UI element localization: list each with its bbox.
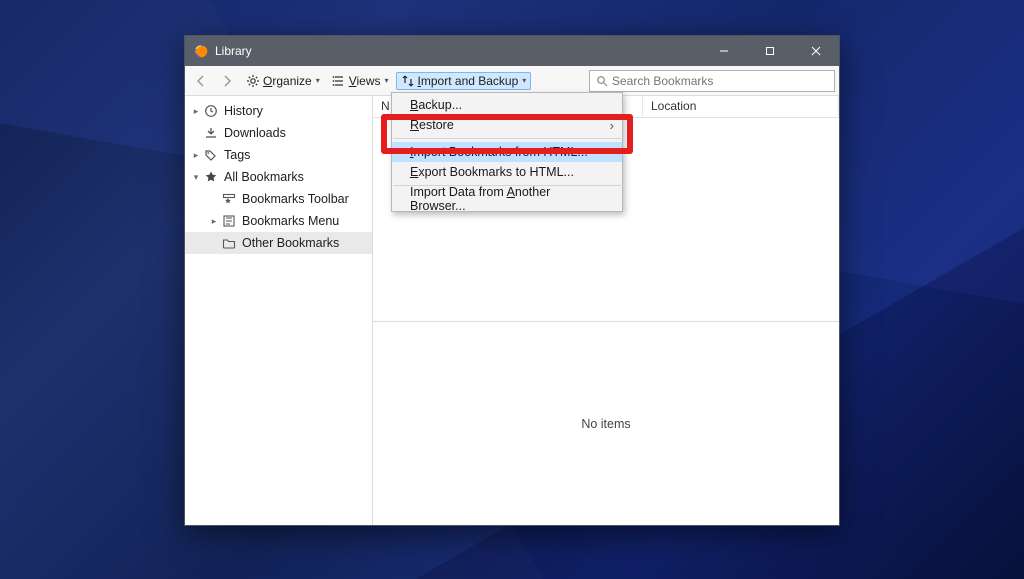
- library-window: Library Organize ▾ Vi: [184, 35, 840, 526]
- tree-label: Tags: [224, 148, 250, 162]
- tree-label: Bookmarks Toolbar: [242, 192, 349, 206]
- tag-icon: [203, 147, 219, 163]
- tree-row-other-bookmarks[interactable]: ▸ Other Bookmarks: [185, 232, 372, 254]
- twisty-icon[interactable]: ▾: [189, 172, 203, 183]
- chevron-down-icon: ▾: [385, 76, 389, 85]
- close-button[interactable]: [793, 36, 839, 66]
- tree-label: History: [224, 104, 263, 118]
- import-backup-menu-button[interactable]: Import and Backup ▾: [396, 72, 532, 90]
- search-field[interactable]: [589, 70, 835, 92]
- folder-icon: [221, 235, 237, 251]
- tree-row-bookmarks-toolbar[interactable]: ▸ Bookmarks Toolbar: [185, 188, 372, 210]
- chevron-down-icon: ▾: [522, 76, 526, 85]
- firefox-icon: [193, 43, 209, 59]
- tree-row-downloads[interactable]: ▸ Downloads: [185, 122, 372, 144]
- menu-separator: [393, 138, 621, 139]
- twisty-icon[interactable]: ▸: [207, 216, 221, 227]
- menu-item-restore[interactable]: Restore: [392, 115, 622, 135]
- search-icon: [596, 75, 608, 87]
- tree-label: Bookmarks Menu: [242, 214, 339, 228]
- titlebar: Library: [185, 36, 839, 66]
- import-export-icon: [401, 74, 415, 88]
- views-menu-button[interactable]: Views ▾: [327, 72, 394, 90]
- chevron-down-icon: ▾: [316, 76, 320, 85]
- twisty-icon[interactable]: ▸: [189, 106, 203, 117]
- menu-item-backup[interactable]: Backup...: [392, 95, 622, 115]
- menu-item-import-html[interactable]: Import Bookmarks from HTML...: [392, 142, 622, 162]
- tree-row-all-bookmarks[interactable]: ▾ All Bookmarks: [185, 166, 372, 188]
- menu-item-import-browser[interactable]: Import Data from Another Browser...: [392, 189, 622, 209]
- window-title: Library: [215, 44, 252, 58]
- views-label: Views: [349, 74, 381, 88]
- clock-icon: [203, 103, 219, 119]
- organize-menu-button[interactable]: Organize ▾: [241, 72, 325, 90]
- sidebar-tree: ▸ History ▸ Downloads ▸ Tags ▾ All Bookm…: [185, 96, 373, 525]
- twisty-icon[interactable]: ▸: [189, 150, 203, 161]
- maximize-button[interactable]: [747, 36, 793, 66]
- tree-label: Downloads: [224, 126, 286, 140]
- import-backup-label: Import and Backup: [418, 74, 519, 88]
- detail-pane: No items: [373, 321, 839, 525]
- star-icon: [203, 169, 219, 185]
- tree-row-bookmarks-menu[interactable]: ▸ Bookmarks Menu: [185, 210, 372, 232]
- tree-row-tags[interactable]: ▸ Tags: [185, 144, 372, 166]
- minimize-button[interactable]: [701, 36, 747, 66]
- forward-button[interactable]: [215, 72, 239, 90]
- tree-row-history[interactable]: ▸ History: [185, 100, 372, 122]
- bookmarks-toolbar-icon: [221, 191, 237, 207]
- gear-icon: [246, 74, 260, 88]
- back-button[interactable]: [189, 72, 213, 90]
- tree-label: Other Bookmarks: [242, 236, 339, 250]
- import-backup-menu: Backup... Restore Import Bookmarks from …: [391, 92, 623, 212]
- search-input[interactable]: [612, 74, 828, 88]
- bookmarks-menu-icon: [221, 213, 237, 229]
- organize-label: Organize: [263, 74, 312, 88]
- download-icon: [203, 125, 219, 141]
- menu-item-export-html[interactable]: Export Bookmarks to HTML...: [392, 162, 622, 182]
- list-icon: [332, 74, 346, 88]
- no-items-label: No items: [581, 417, 630, 431]
- column-header-location[interactable]: Location: [643, 96, 839, 117]
- tree-label: All Bookmarks: [224, 170, 304, 184]
